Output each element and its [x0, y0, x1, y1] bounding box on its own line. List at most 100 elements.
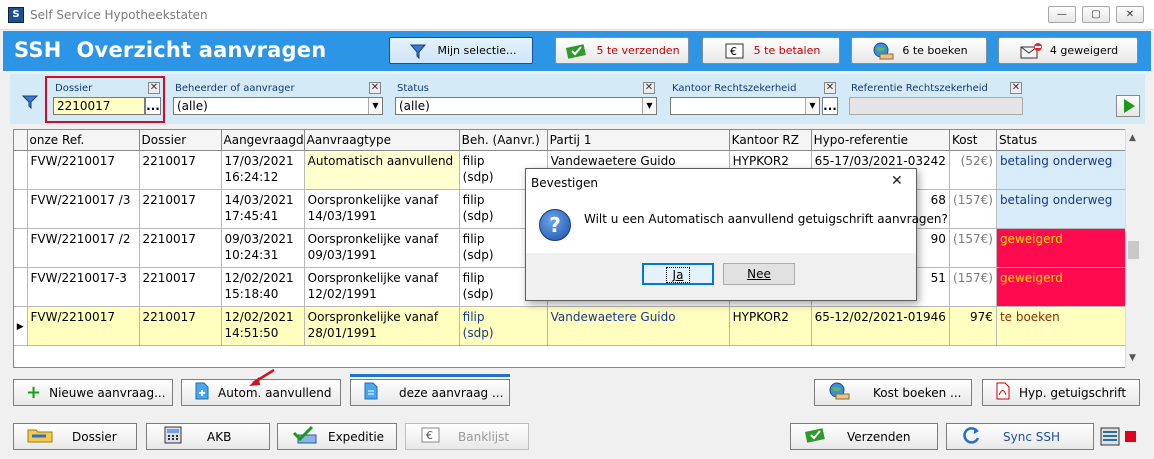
cell-date-day: 14/03/2021 — [224, 192, 294, 207]
column-header[interactable]: Partij 1 — [547, 130, 730, 151]
status-filter-select[interactable]: (alle) ▼ — [395, 97, 657, 115]
row-selector[interactable] — [14, 228, 28, 268]
status-filter-clear-icon[interactable]: ✕ — [643, 82, 655, 94]
cell-date: 12/02/2021 15:18:40 — [221, 267, 305, 307]
row-selector[interactable] — [14, 267, 28, 307]
beheerder-filter-select[interactable]: (alle) ▼ — [173, 97, 383, 115]
kantoor-filter-label: Kantoor Rechtszekerheid — [672, 83, 797, 94]
globe-hand-icon — [870, 42, 896, 60]
referentie-filter-clear-icon[interactable]: ✕ — [1010, 82, 1022, 94]
refused-button[interactable]: 4 geweigerd — [998, 37, 1138, 64]
cell-date-day: 12/02/2021 — [224, 309, 294, 324]
referentie-filter-label: Referentie Rechtszekerheid — [851, 83, 988, 94]
dialog-yes-button[interactable]: Ja — [642, 263, 714, 285]
column-header[interactable]: Status — [996, 130, 1134, 151]
cell-beh-requester: (sdp) — [462, 325, 494, 340]
cell-type: Oorspronkelijke vanaf 09/03/1991 — [304, 228, 460, 268]
to-book-button[interactable]: 6 te boeken — [851, 37, 987, 64]
table-header-row: onze Ref. Dossier Aangevraagd Aanvraagty… — [14, 130, 1134, 151]
cell-beh: filip (sdp) — [459, 306, 548, 346]
column-header[interactable]: Kantoor RZ — [729, 130, 812, 151]
page-title: SSH Overzicht aanvragen — [14, 38, 327, 62]
scroll-up-icon[interactable]: ▲ — [1129, 133, 1136, 143]
scroll-down-icon[interactable]: ▼ — [1129, 353, 1136, 363]
kantoor-filter-select[interactable]: ▼ — [670, 97, 820, 115]
folder-icon — [26, 426, 56, 447]
cell-type-line1: Oorspronkelijke vanaf — [307, 231, 439, 246]
cell-type: Automatisch aanvullend — [304, 150, 460, 190]
calculator-icon — [159, 426, 189, 447]
apply-filter-button[interactable] — [1116, 95, 1140, 117]
cell-kost: (157€) — [949, 228, 997, 268]
cell-ref: FVW/2210017 /2 — [27, 228, 140, 268]
minimize-icon[interactable]: — — [1048, 6, 1076, 23]
check-tools-icon — [290, 425, 320, 448]
column-header[interactable]: Beh. (Aanvr.) — [459, 130, 548, 151]
expeditie-button[interactable]: Expeditie — [277, 423, 397, 450]
window-titlebar: S Self Service Hypotheekstaten — ▢ ✕ — [0, 0, 1154, 30]
close-icon[interactable]: ✕ — [1116, 6, 1144, 23]
referentie-filter-input[interactable] — [849, 97, 1023, 115]
dossier-filter-clear-icon[interactable]: ✕ — [148, 82, 160, 94]
cell-dossier: 2210017 — [139, 267, 222, 307]
dialog-close-icon[interactable]: ✕ — [891, 173, 903, 189]
vertical-scrollbar[interactable]: ▲ ▼ — [1125, 129, 1141, 368]
euro-note-icon: € — [418, 426, 444, 447]
cell-type-line2: 28/01/1991 — [307, 325, 377, 340]
cell-partij: Vandewaetere Guido — [547, 306, 730, 346]
row-selector-current[interactable]: ▶ — [14, 306, 28, 346]
cell-kost: (52€) — [949, 150, 997, 190]
send-button[interactable]: Verzenden — [790, 423, 938, 450]
cell-type-line2: 09/03/1991 — [307, 247, 377, 262]
cell-beh-user: filip — [462, 153, 485, 168]
beheerder-filter-clear-icon[interactable]: ✕ — [369, 82, 381, 94]
row-selector[interactable] — [14, 150, 28, 190]
play-icon — [1124, 99, 1135, 113]
column-header[interactable]: Hypo-referentie — [811, 130, 950, 151]
svg-text:€: € — [730, 45, 737, 58]
cell-date-time: 10:24:31 — [224, 247, 279, 262]
kantoor-filter-clear-icon[interactable]: ✕ — [824, 82, 836, 94]
column-header[interactable]: Kost — [949, 130, 997, 151]
kantoor-filter-browse-button[interactable]: ... — [822, 97, 838, 115]
send-check-icon — [803, 426, 829, 447]
app-icon: S — [8, 7, 24, 23]
window-title: Self Service Hypotheekstaten — [30, 8, 208, 22]
dossier-filter-input[interactable]: 2210017 — [53, 97, 145, 115]
status-filter-label: Status — [397, 83, 429, 94]
book-cost-button[interactable]: Kost boeken ... — [814, 379, 972, 406]
cell-kantoor: HYPKOR2 — [729, 306, 812, 346]
status-indicator[interactable] — [1100, 426, 1142, 448]
dialog-no-button[interactable]: Nee — [723, 263, 795, 285]
maximize-icon[interactable]: ▢ — [1082, 6, 1110, 23]
new-request-button[interactable]: + Nieuwe aanvraag... — [13, 379, 173, 406]
cell-status: betaling onderweg — [996, 150, 1134, 190]
scrollbar-thumb[interactable] — [1128, 241, 1139, 259]
to-send-button[interactable]: 5 te verzenden — [555, 37, 689, 64]
column-header[interactable]: Dossier — [139, 130, 222, 151]
sync-ssh-button[interactable]: Sync SSH — [946, 423, 1094, 450]
row-selector[interactable] — [14, 189, 28, 229]
column-header[interactable]: Aangevraagd — [221, 130, 305, 151]
cell-kost: 97€ — [949, 306, 997, 346]
cell-date: 09/03/2021 10:24:31 — [221, 228, 305, 268]
dossier-button[interactable]: Dossier — [13, 423, 137, 450]
cell-dossier: 2210017 — [139, 150, 222, 190]
dossier-filter-browse-button[interactable]: ... — [145, 97, 161, 115]
cell-type-line1: Oorspronkelijke vanaf — [307, 192, 439, 207]
column-header[interactable]: onze Ref. — [27, 130, 140, 151]
cell-dossier: 2210017 — [139, 306, 222, 346]
cell-status: geweigerd — [996, 267, 1134, 307]
column-header[interactable]: Aanvraagtype — [304, 130, 460, 151]
this-request-button[interactable]: deze aanvraag ... — [350, 379, 510, 406]
akb-button[interactable]: AKB — [146, 423, 270, 450]
to-pay-button[interactable]: € 5 te betalen — [702, 37, 840, 64]
cell-date-day: 17/03/2021 — [224, 153, 294, 168]
beheerder-filter-label: Beheerder of aanvrager — [175, 83, 295, 94]
my-selection-button[interactable]: Mijn selectie... — [389, 37, 533, 64]
table-row-selected[interactable]: ▶ FVW/2210017 2210017 12/02/2021 14:51:50… — [14, 306, 1134, 346]
annotation-arrow — [247, 368, 277, 391]
cell-status: betaling onderweg — [996, 189, 1134, 229]
mortgage-certificate-button[interactable]: Hyp. getuigschrift — [982, 379, 1140, 406]
cell-date: 14/03/2021 17:45:41 — [221, 189, 305, 229]
